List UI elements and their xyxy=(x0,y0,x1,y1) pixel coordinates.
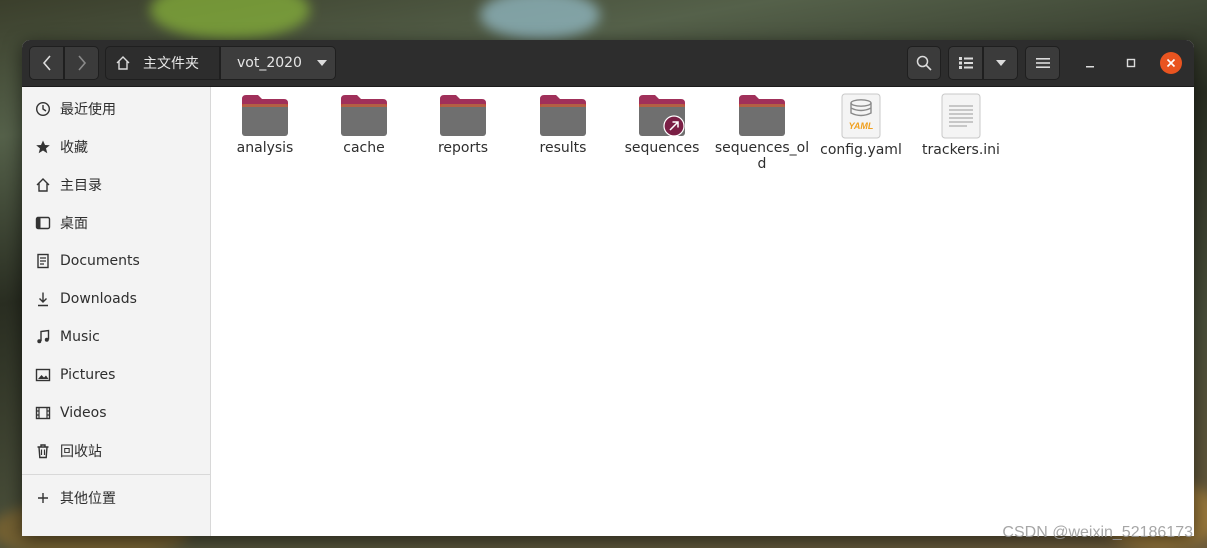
download-icon xyxy=(38,292,48,307)
sidebar-item-label: 桌面 xyxy=(60,216,88,232)
document-icon xyxy=(37,253,49,269)
file-item-sequences[interactable]: sequences xyxy=(612,93,712,156)
chevron-down-icon xyxy=(316,60,327,66)
picture-icon xyxy=(35,368,51,382)
wallpaper-leaf xyxy=(150,0,310,40)
breadcrumb-current-label: vot_2020 xyxy=(237,55,302,71)
file-name: analysis xyxy=(236,140,294,156)
chevron-down-icon xyxy=(995,60,1006,66)
file-item-trackers-ini[interactable]: trackers.ini xyxy=(911,93,1011,158)
folder-icon xyxy=(440,95,486,136)
file-item-cache[interactable]: cache xyxy=(314,93,414,156)
sidebar: 最近使用 收藏 主目录 桌面 Documents Downloads Music xyxy=(22,87,211,536)
maximize-button[interactable] xyxy=(1120,52,1142,74)
home-icon xyxy=(36,178,50,192)
sidebar-item-label: 收藏 xyxy=(60,140,88,156)
clock-icon xyxy=(35,101,51,117)
sidebar-item-music[interactable]: Music xyxy=(22,320,211,354)
music-icon xyxy=(37,329,50,344)
sidebar-item-videos[interactable]: Videos xyxy=(22,396,211,430)
sidebar-item-label: Pictures xyxy=(60,367,116,383)
plus-icon xyxy=(38,493,48,503)
folder-icon xyxy=(341,95,387,136)
home-icon xyxy=(116,56,130,70)
file-item-sequences-old[interactable]: sequences_old xyxy=(712,93,812,172)
folder-icon xyxy=(739,95,785,136)
close-button[interactable] xyxy=(1160,52,1182,74)
folder-link-icon xyxy=(639,95,685,137)
sidebar-item-label: 最近使用 xyxy=(60,102,116,118)
sidebar-item-label: 回收站 xyxy=(60,444,102,460)
sidebar-item-pictures[interactable]: Pictures xyxy=(22,358,211,392)
watermark: CSDN @weixin_52186173 xyxy=(1002,524,1193,541)
sidebar-separator xyxy=(22,474,211,475)
sidebar-item-label: 其他位置 xyxy=(60,491,116,507)
main-menu-button[interactable] xyxy=(1025,46,1060,80)
file-item-reports[interactable]: reports xyxy=(413,93,513,156)
close-icon xyxy=(1166,58,1176,68)
file-name: config.yaml xyxy=(820,142,902,158)
list-view-icon xyxy=(958,57,973,69)
desktop-icon xyxy=(35,216,51,230)
sidebar-item-other-locations[interactable]: 其他位置 xyxy=(22,481,211,515)
breadcrumb-current[interactable]: vot_2020 xyxy=(220,46,336,80)
minimize-button[interactable] xyxy=(1079,52,1101,74)
back-button[interactable] xyxy=(29,46,64,80)
minimize-icon xyxy=(1086,66,1094,68)
file-name: cache xyxy=(343,140,385,156)
breadcrumb-home[interactable]: 主文件夹 xyxy=(105,46,220,80)
file-item-config-yaml[interactable]: YAML config.yaml xyxy=(811,93,911,158)
view-mode-button[interactable] xyxy=(948,46,983,80)
folder-icon xyxy=(540,95,586,136)
yaml-badge: YAML xyxy=(849,121,874,131)
file-name: trackers.ini xyxy=(922,142,1000,158)
file-name: results xyxy=(539,140,587,156)
sidebar-item-label: Videos xyxy=(60,405,107,421)
sidebar-item-desktop[interactable]: 桌面 xyxy=(22,206,211,240)
file-item-results[interactable]: results xyxy=(513,93,613,156)
search-icon xyxy=(916,55,932,71)
forward-button[interactable] xyxy=(64,46,99,80)
wallpaper-leaf xyxy=(480,0,600,40)
sidebar-item-starred[interactable]: 收藏 xyxy=(22,130,211,164)
sidebar-item-label: Downloads xyxy=(60,291,137,307)
sidebar-item-documents[interactable]: Documents xyxy=(22,244,211,278)
sidebar-item-label: 主目录 xyxy=(60,178,102,194)
maximize-icon xyxy=(1126,58,1136,68)
sidebar-item-home[interactable]: 主目录 xyxy=(22,168,211,202)
view-options-button[interactable] xyxy=(983,46,1018,80)
sidebar-item-label: Documents xyxy=(60,253,140,269)
headerbar: 主文件夹 vot_2020 xyxy=(22,40,1194,87)
star-icon xyxy=(36,140,50,154)
file-item-analysis[interactable]: analysis xyxy=(215,93,315,156)
file-grid: analysis cache reports results sequences… xyxy=(212,87,1194,536)
video-icon xyxy=(35,406,51,420)
file-name: sequences xyxy=(624,140,700,156)
folder-icon xyxy=(242,95,288,136)
chevron-left-icon xyxy=(42,55,51,71)
chevron-right-icon xyxy=(77,55,86,71)
text-file-icon xyxy=(941,93,981,139)
trash-icon xyxy=(37,444,49,459)
sidebar-item-downloads[interactable]: Downloads xyxy=(22,282,211,316)
file-name: reports xyxy=(437,140,489,156)
sidebar-item-recent[interactable]: 最近使用 xyxy=(22,92,211,126)
yaml-file-icon: YAML xyxy=(841,93,881,139)
sidebar-item-trash[interactable]: 回收站 xyxy=(22,434,211,468)
file-manager-window: 主文件夹 vot_2020 最近使用 收藏 主目录 桌面 Documents D… xyxy=(22,40,1194,536)
file-name: sequences_old xyxy=(714,140,810,172)
hamburger-menu-icon xyxy=(1035,58,1050,68)
sidebar-item-label: Music xyxy=(60,329,100,345)
breadcrumb-home-label: 主文件夹 xyxy=(143,56,199,72)
search-button[interactable] xyxy=(907,46,941,80)
